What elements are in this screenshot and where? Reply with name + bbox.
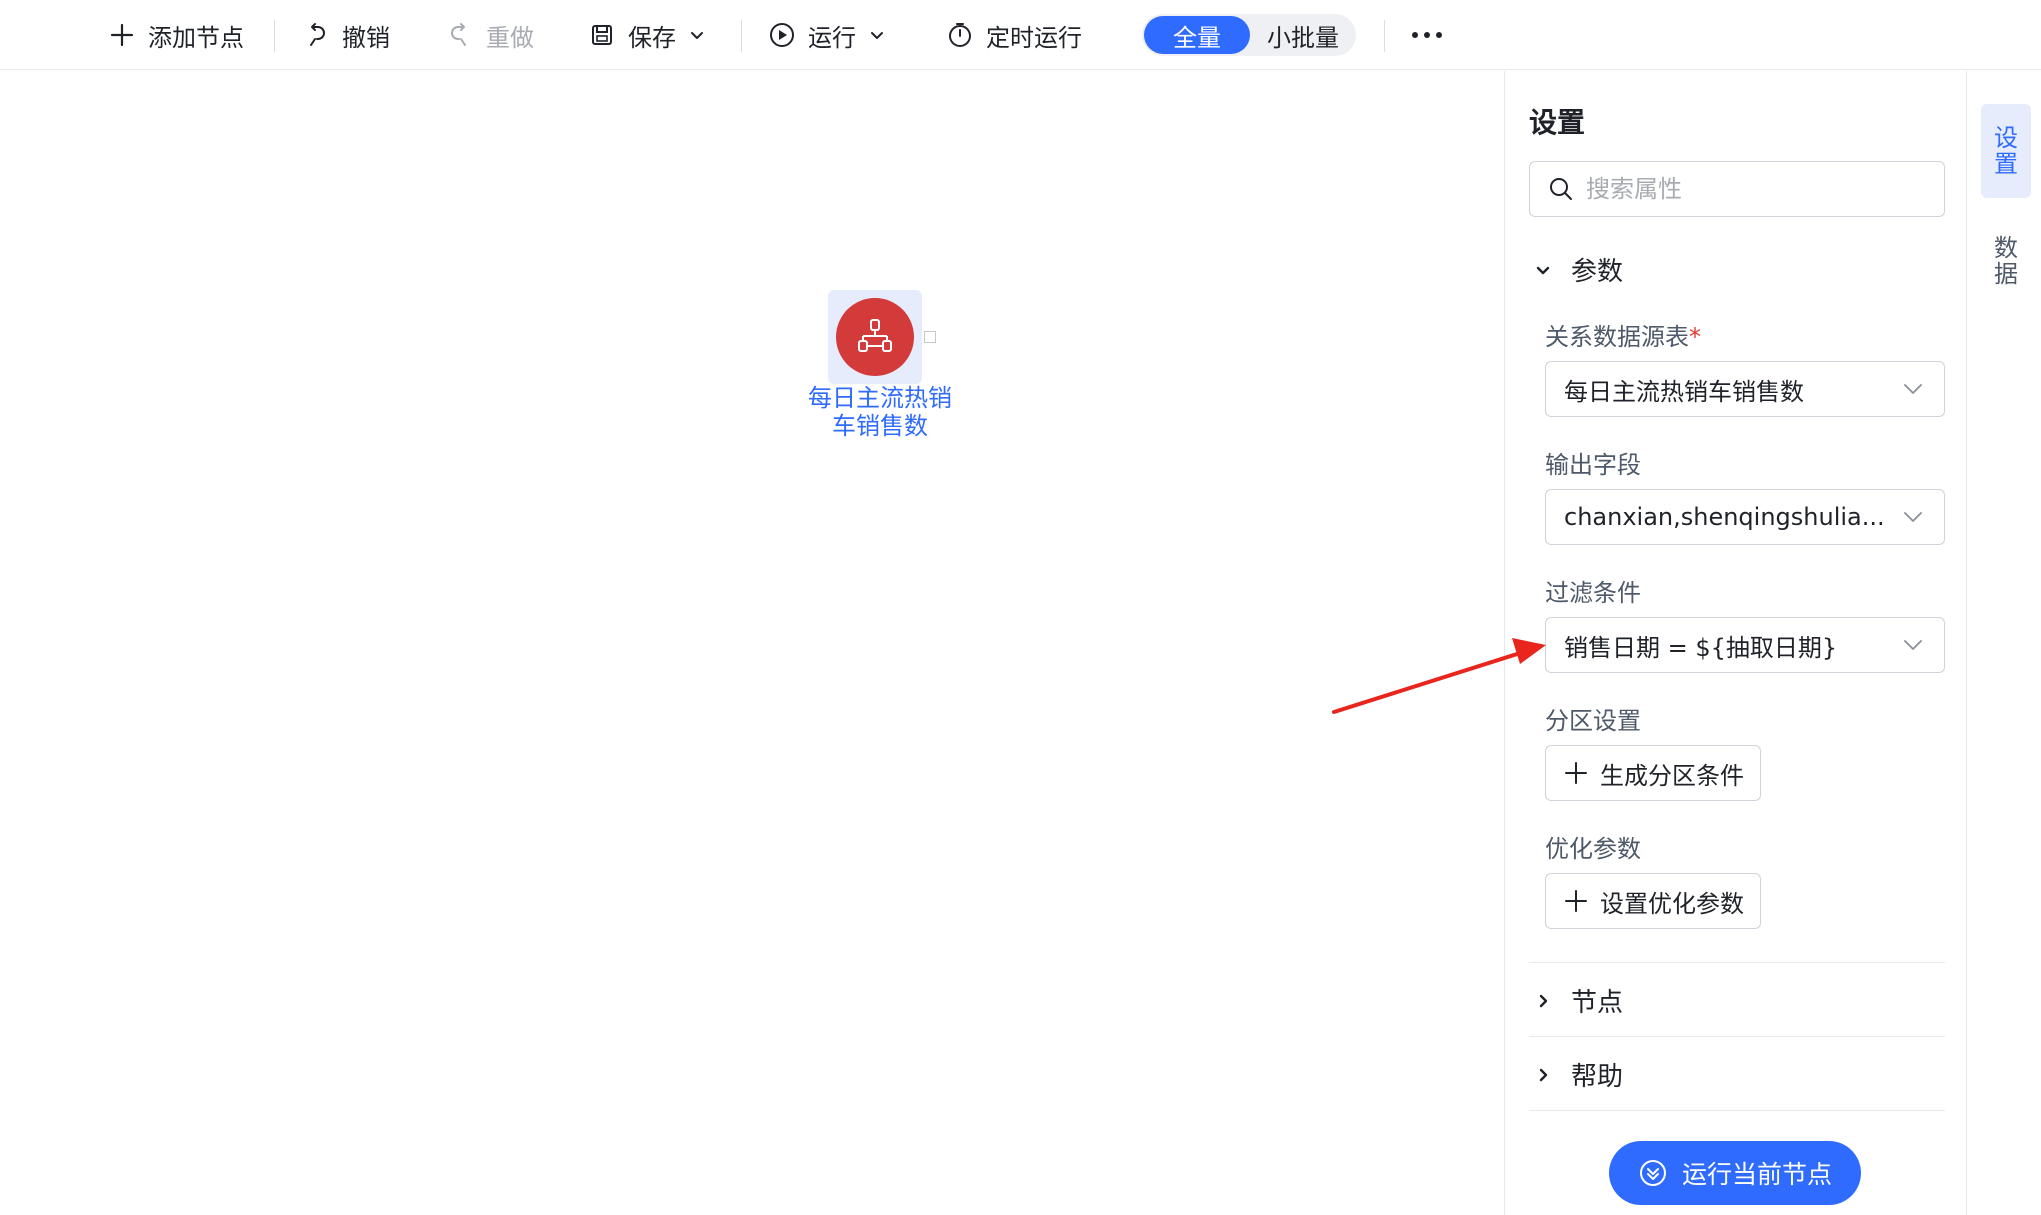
settings-panel: 设置 参数 关系数据源表* 每日主流热销车销售数 输出字段 chanxian,s… <box>1504 71 1966 1215</box>
panel-title: 设置 <box>1529 106 1586 139</box>
field-partition-label: 分区设置 <box>1545 707 1641 735</box>
save-label: 保存 <box>628 23 676 52</box>
node-label-line2: 车销售数 <box>832 412 928 440</box>
chevron-right-icon <box>1533 1065 1553 1085</box>
section-params-header[interactable]: 参数 <box>1533 251 1623 288</box>
database-node-icon <box>836 298 914 376</box>
generate-partition-label: 生成分区条件 <box>1600 761 1744 790</box>
undo-button[interactable]: 撤销 <box>302 14 390 56</box>
chevron-down-icon <box>688 26 706 44</box>
add-node-label: 添加节点 <box>148 23 244 52</box>
section-divider <box>1529 962 1945 963</box>
plus-icon <box>108 21 136 49</box>
section-node-label: 节点 <box>1571 988 1624 1018</box>
chevron-down-icon <box>1900 632 1926 658</box>
add-node-button[interactable]: 添加节点 <box>108 14 244 56</box>
run-button[interactable]: 运行 <box>768 14 886 56</box>
chevron-right-icon <box>1533 991 1553 1011</box>
field-output-label: 输出字段 <box>1545 451 1641 479</box>
save-button[interactable]: 保存 <box>588 14 706 56</box>
tab-settings-char2: 置 <box>1994 150 2018 178</box>
section-divider <box>1529 1110 1945 1111</box>
source-table-value: 每日主流热销车销售数 <box>1564 377 1804 406</box>
tab-data-char2: 据 <box>1994 260 2018 288</box>
field-filter-label: 过滤条件 <box>1545 579 1641 607</box>
mode-small-batch-option[interactable]: 小批量 <box>1252 16 1354 54</box>
property-search[interactable] <box>1529 161 1945 217</box>
run-current-node-button[interactable]: 运行当前节点 <box>1609 1141 1861 1205</box>
redo-label: 重做 <box>486 23 534 52</box>
mode-full-option[interactable]: 全量 <box>1144 16 1250 54</box>
run-node-icon <box>1638 1158 1668 1188</box>
play-circle-icon <box>768 21 796 49</box>
tab-settings[interactable]: 设 置 <box>1981 104 2031 198</box>
toolbar-divider <box>274 20 275 52</box>
tab-data[interactable]: 数 据 <box>1981 226 2031 296</box>
plus-icon <box>1562 759 1590 787</box>
chevron-down-icon <box>868 26 886 44</box>
more-button[interactable] <box>1410 14 1444 56</box>
toolbar-divider <box>741 20 742 52</box>
source-table-select[interactable]: 每日主流热销车销售数 <box>1545 361 1945 417</box>
field-optimize-label: 优化参数 <box>1545 835 1641 863</box>
plus-icon <box>1562 887 1590 915</box>
node-output-port[interactable] <box>924 331 936 343</box>
set-optimize-label: 设置优化参数 <box>1600 889 1744 918</box>
flow-node-source[interactable] <box>828 290 922 384</box>
filter-condition-select[interactable]: 销售日期 = ${抽取日期} <box>1545 617 1945 673</box>
node-label: 每日主流热销 车销售数 <box>780 384 980 440</box>
required-mark: * <box>1689 323 1701 351</box>
toolbar: 添加节点 撤销 重做 保存 运行 定时运行 全量 小批量 <box>0 0 2041 70</box>
section-divider <box>1529 1036 1945 1037</box>
generate-partition-button[interactable]: 生成分区条件 <box>1545 745 1761 801</box>
tab-settings-char1: 设 <box>1994 124 2018 152</box>
set-optimize-button[interactable]: 设置优化参数 <box>1545 873 1761 929</box>
run-label: 运行 <box>808 23 856 52</box>
node-label-line1: 每日主流热销 <box>808 384 952 412</box>
flow-canvas[interactable]: 每日主流热销 车销售数 <box>0 71 1504 1215</box>
chevron-down-icon <box>1900 504 1926 530</box>
scheduled-run-button[interactable]: 定时运行 <box>946 14 1082 56</box>
output-fields-value: chanxian,shenqingshulia... <box>1564 503 1885 531</box>
more-dots-icon <box>1410 30 1444 40</box>
chevron-down-icon <box>1900 376 1926 402</box>
output-fields-select[interactable]: chanxian,shenqingshulia... <box>1545 489 1945 545</box>
undo-label: 撤销 <box>342 23 390 52</box>
chevron-down-icon <box>1533 260 1553 280</box>
filter-condition-value: 销售日期 = ${抽取日期} <box>1564 633 1838 662</box>
save-icon <box>588 21 616 49</box>
section-help-label: 帮助 <box>1571 1062 1624 1092</box>
toolbar-divider <box>1384 20 1385 52</box>
section-params-label: 参数 <box>1571 257 1624 287</box>
timer-icon <box>946 21 974 49</box>
run-current-node-label: 运行当前节点 <box>1681 1160 1832 1189</box>
field-source-label: 关系数据源表* <box>1545 317 1701 352</box>
search-input[interactable] <box>1586 175 1926 203</box>
redo-icon <box>446 21 474 49</box>
side-tabs: 设 置 数 据 <box>1966 71 2041 1215</box>
tab-data-char1: 数 <box>1994 234 2018 262</box>
section-help-header[interactable]: 帮助 <box>1533 1056 1623 1093</box>
search-icon <box>1548 176 1574 202</box>
scheduled-run-label: 定时运行 <box>986 23 1082 52</box>
run-mode-toggle: 全量 小批量 <box>1142 14 1356 56</box>
redo-button[interactable]: 重做 <box>446 14 534 56</box>
section-node-header[interactable]: 节点 <box>1533 982 1623 1019</box>
field-source-label-text: 关系数据源表 <box>1545 323 1689 351</box>
undo-icon <box>302 21 330 49</box>
